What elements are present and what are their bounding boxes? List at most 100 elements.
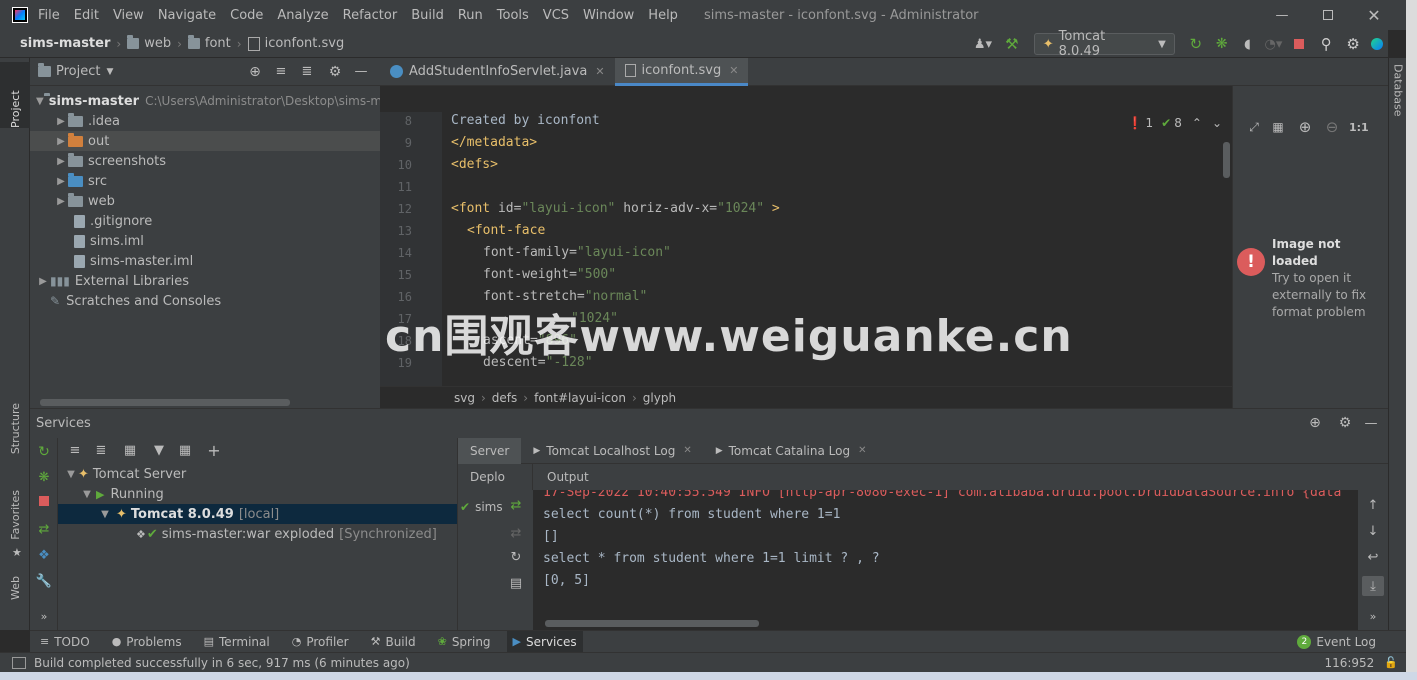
profile-icon[interactable]: ◔▾ — [1261, 37, 1287, 52]
crumb-project[interactable]: sims-master — [20, 36, 110, 51]
soft-wrap-icon[interactable]: ↩ — [1362, 550, 1384, 565]
menu-help[interactable]: Help — [648, 8, 678, 23]
add-icon[interactable]: + — [198, 441, 230, 460]
menu-build[interactable]: Build — [411, 8, 444, 23]
chevron-right-icon[interactable]: ▶ — [54, 116, 68, 127]
chevron-down-icon[interactable]: ▼ — [36, 96, 44, 107]
chevron-down-icon[interactable]: ▼ — [80, 489, 94, 500]
tree-item-sims-iml[interactable]: sims.iml — [30, 231, 380, 251]
chevron-right-icon[interactable]: ▶ — [54, 176, 68, 187]
build-hammer-icon[interactable]: ⚒ — [998, 35, 1026, 53]
crumb-web[interactable]: web — [144, 36, 171, 51]
lock-icon[interactable]: 🔓 — [1384, 656, 1398, 669]
stop-icon[interactable] — [30, 496, 58, 506]
close-icon[interactable]: ✕ — [1351, 6, 1397, 25]
menu-analyze[interactable]: Analyze — [277, 8, 328, 23]
deploy-icon[interactable]: ⇄ — [506, 498, 526, 513]
tree-item-external-libraries[interactable]: ▶ ▮▮▮ External Libraries — [30, 271, 380, 291]
user-icon[interactable]: ♟▾ — [968, 37, 998, 52]
menu-run[interactable]: Run — [458, 8, 483, 23]
zoom-actual-size[interactable]: 1:1 — [1349, 121, 1369, 134]
more-icon[interactable]: » — [30, 610, 58, 623]
tab-add-student-servlet[interactable]: AddStudentInfoServlet.java ✕ — [380, 58, 615, 86]
crumb-svg[interactable]: svg — [454, 391, 475, 405]
crumb-font[interactable]: font — [205, 36, 231, 51]
search-icon[interactable]: ⚲ — [1312, 35, 1340, 53]
collapse-all-icon[interactable]: ≣ — [88, 443, 114, 458]
service-tomcat-server[interactable]: ▼ ✦ Tomcat Server — [58, 464, 457, 484]
new-tab-icon[interactable]: ▦ — [172, 443, 198, 458]
favorites-stripe-tab[interactable]: Favorites — [0, 490, 30, 540]
panel-toggle-icon[interactable] — [12, 656, 26, 669]
menu-view[interactable]: View — [113, 8, 144, 23]
collapse-all-icon[interactable]: ≣ — [294, 64, 320, 79]
close-icon[interactable]: ✕ — [595, 65, 604, 78]
service-artifact[interactable]: ❖ ✔ sims-master:war exploded [Synchroniz… — [58, 524, 457, 544]
filter-icon[interactable]: ▼ — [146, 443, 172, 458]
close-icon[interactable]: ✕ — [729, 64, 738, 77]
tab-spring[interactable]: ❀ Spring — [438, 635, 491, 649]
close-icon[interactable]: ✕ — [683, 445, 691, 456]
tab-services[interactable]: ▶ Services — [506, 630, 583, 653]
expand-all-icon[interactable]: ≡ — [268, 64, 294, 79]
gear-icon[interactable]: ⚙ — [1330, 415, 1360, 431]
expand-all-icon[interactable]: ≡ — [62, 443, 88, 458]
artifact-icon[interactable]: ❖ — [30, 548, 58, 563]
fit-icon[interactable]: ⤢ — [1243, 120, 1265, 135]
rerun-icon[interactable]: ↻ — [1183, 35, 1209, 53]
database-stripe-tab[interactable]: Database — [1389, 64, 1407, 117]
gear-icon[interactable]: ⚙ — [320, 64, 350, 80]
chevron-right-icon[interactable]: ▶ — [54, 156, 68, 167]
horizontal-scrollbar[interactable] — [545, 620, 759, 627]
tree-item-web[interactable]: ▶ web — [30, 191, 380, 211]
caret-position[interactable]: 116:952 — [1324, 656, 1374, 670]
project-view-label[interactable]: Project — [56, 64, 100, 79]
menu-tools[interactable]: Tools — [497, 8, 529, 23]
tree-item-idea[interactable]: ▶ .idea — [30, 111, 380, 131]
tree-item-screenshots[interactable]: ▶ screenshots — [30, 151, 380, 171]
hide-icon[interactable]: — — [350, 64, 372, 79]
refresh-icon[interactable]: ↻ — [506, 550, 526, 565]
menu-vcs[interactable]: VCS — [543, 8, 569, 23]
menu-file[interactable]: File — [38, 8, 60, 23]
coverage-icon[interactable]: ◖ — [1235, 37, 1261, 52]
crumb-file[interactable]: iconfont.svg — [265, 36, 345, 51]
chevron-right-icon[interactable]: ▶ — [54, 136, 68, 147]
horizontal-scrollbar[interactable] — [40, 399, 290, 406]
zoom-out-icon[interactable]: ⊖ — [1319, 118, 1345, 136]
tree-item-src[interactable]: ▶ src — [30, 171, 380, 191]
web-stripe-tab[interactable]: Web — [0, 576, 30, 600]
menu-edit[interactable]: Edit — [74, 8, 99, 23]
undeploy-icon[interactable]: ⇄ — [506, 526, 526, 541]
service-running[interactable]: ▼ ▶ Running — [58, 484, 457, 504]
chevron-right-icon[interactable]: ▶ — [36, 276, 50, 287]
rerun-icon[interactable]: ↻ — [30, 444, 58, 460]
hide-icon[interactable]: — — [1360, 416, 1382, 431]
grid-icon[interactable]: ▦ — [1265, 120, 1291, 134]
zoom-in-icon[interactable]: ⊕ — [1291, 118, 1319, 136]
crumb-defs[interactable]: defs — [492, 391, 517, 405]
menu-window[interactable]: Window — [583, 8, 634, 23]
tab-profiler[interactable]: ◔ Profiler — [292, 635, 349, 649]
more-icon[interactable]: » — [1362, 610, 1384, 623]
locate-icon[interactable]: ⊕ — [1300, 415, 1330, 431]
scroll-down-icon[interactable]: ↓ — [1362, 524, 1384, 539]
maximize-icon[interactable] — [1305, 10, 1351, 20]
wrench-icon[interactable]: 🔧 — [30, 574, 58, 589]
tree-item-scratches[interactable]: ✎ Scratches and Consoles — [30, 291, 380, 311]
close-icon[interactable]: ✕ — [858, 445, 866, 456]
tree-item-sims-master-iml[interactable]: sims-master.iml — [30, 251, 380, 271]
service-tomcat-instance[interactable]: ▼ ✦ Tomcat 8.0.49 [local] — [58, 504, 457, 524]
crumb-font[interactable]: font#layui-icon — [534, 391, 626, 405]
tab-server[interactable]: Server — [458, 437, 522, 464]
console-output[interactable]: 17-Sep-2022 10:40:55.549 INFO [http-apr-… — [533, 490, 1358, 630]
crumb-glyph[interactable]: glyph — [643, 391, 676, 405]
jetbrains-toolbox-icon[interactable] — [1366, 38, 1388, 50]
tab-catalina-log[interactable]: ▶ Tomcat Catalina Log ✕ — [704, 444, 879, 458]
tab-localhost-log[interactable]: ▶ Tomcat Localhost Log ✕ — [521, 444, 703, 458]
chevron-down-icon[interactable]: ⌄ — [1212, 116, 1222, 130]
tab-terminal[interactable]: ▤ Terminal — [204, 635, 270, 649]
chevron-down-icon[interactable]: ▼ — [98, 509, 112, 520]
vertical-scrollbar[interactable] — [1223, 142, 1230, 178]
structure-stripe-tab[interactable]: Structure — [0, 403, 30, 454]
